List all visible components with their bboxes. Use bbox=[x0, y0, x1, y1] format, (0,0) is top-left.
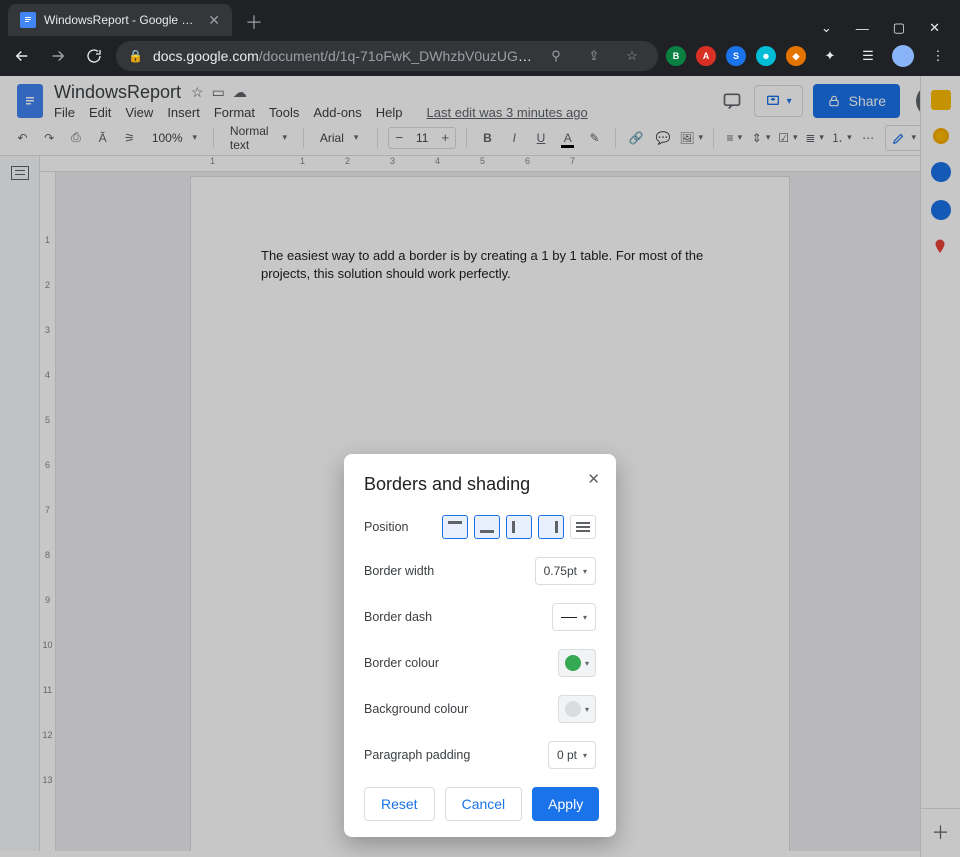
position-buttons bbox=[442, 515, 596, 539]
cancel-button[interactable]: Cancel bbox=[445, 787, 523, 821]
kebab-menu-icon[interactable]: ⋮ bbox=[924, 42, 952, 70]
close-window-icon[interactable]: ✕ bbox=[929, 20, 940, 36]
window-controls: ⌄ — ▢ ✕ bbox=[821, 20, 952, 36]
lock-icon: 🔒 bbox=[128, 49, 143, 63]
url-host: docs.google.com bbox=[153, 48, 259, 64]
apply-button[interactable]: Apply bbox=[532, 787, 599, 821]
border-colour-swatch bbox=[565, 655, 581, 671]
dash-preview-icon bbox=[561, 617, 577, 618]
back-button[interactable] bbox=[8, 42, 36, 70]
border-top-button[interactable] bbox=[442, 515, 468, 539]
borders-shading-dialog: ✕ Borders and shading Position Border wi… bbox=[344, 454, 616, 837]
reset-button[interactable]: Reset bbox=[364, 787, 435, 821]
star-icon[interactable]: ☆ bbox=[618, 42, 646, 70]
maximize-icon[interactable]: ▢ bbox=[893, 20, 905, 36]
border-width-value: 0.75pt bbox=[544, 564, 577, 578]
docs-app: WindowsReport ☆ ▭ ☁ File Edit View Inser… bbox=[0, 76, 960, 857]
label-border-colour: Border colour bbox=[364, 656, 439, 670]
border-width-select[interactable]: 0.75pt bbox=[535, 557, 596, 585]
tab-title: WindowsReport - Google Docs bbox=[44, 13, 200, 27]
minimize-icon[interactable]: — bbox=[856, 21, 869, 36]
border-dash-select[interactable] bbox=[552, 603, 596, 631]
border-left-button[interactable] bbox=[506, 515, 532, 539]
profile-avatar-icon[interactable] bbox=[892, 45, 914, 67]
label-background-colour: Background colour bbox=[364, 702, 468, 716]
tab-bar: WindowsReport - Google Docs ✕ ＋ ⌄ — ▢ ✕ bbox=[0, 0, 960, 36]
omnibox[interactable]: 🔒 docs.google.com/document/d/1q-71oFwK_D… bbox=[116, 41, 658, 71]
ext-bot-icon[interactable]: ☻ bbox=[756, 46, 776, 66]
paragraph-padding-value: 0 pt bbox=[557, 748, 577, 762]
border-between-button[interactable] bbox=[570, 515, 596, 539]
address-bar: 🔒 docs.google.com/document/d/1q-71oFwK_D… bbox=[0, 36, 960, 76]
background-colour-swatch bbox=[565, 701, 581, 717]
paragraph-padding-select[interactable]: 0 pt bbox=[548, 741, 596, 769]
label-paragraph-padding: Paragraph padding bbox=[364, 748, 470, 762]
extension-icons: B A S ☻ ◆ ✦ ☰ ⋮ bbox=[666, 42, 952, 70]
label-border-width: Border width bbox=[364, 564, 434, 578]
reading-list-icon[interactable]: ☰ bbox=[854, 42, 882, 70]
browser-tab[interactable]: WindowsReport - Google Docs ✕ bbox=[8, 4, 232, 36]
docs-favicon bbox=[20, 12, 36, 28]
tab-close-icon[interactable]: ✕ bbox=[208, 12, 220, 29]
zoom-icon[interactable]: ⚲ bbox=[542, 42, 570, 70]
share-url-icon[interactable]: ⇪ bbox=[580, 42, 608, 70]
reload-button[interactable] bbox=[80, 42, 108, 70]
url-text: docs.google.com/document/d/1q-71oFwK_DWh… bbox=[153, 48, 532, 64]
border-right-button[interactable] bbox=[538, 515, 564, 539]
ext-beta-icon[interactable]: B bbox=[666, 46, 686, 66]
chevron-down-icon[interactable]: ⌄ bbox=[821, 20, 832, 36]
ext-metamask-icon[interactable]: ◆ bbox=[786, 46, 806, 66]
new-tab-button[interactable]: ＋ bbox=[240, 8, 268, 36]
label-position: Position bbox=[364, 520, 408, 534]
ext-abp-icon[interactable]: A bbox=[696, 46, 716, 66]
dialog-title: Borders and shading bbox=[364, 474, 596, 495]
background-colour-select[interactable] bbox=[558, 695, 596, 723]
ext-s-icon[interactable]: S bbox=[726, 46, 746, 66]
border-bottom-button[interactable] bbox=[474, 515, 500, 539]
forward-button[interactable] bbox=[44, 42, 72, 70]
extensions-puzzle-icon[interactable]: ✦ bbox=[816, 42, 844, 70]
browser-chrome: WindowsReport - Google Docs ✕ ＋ ⌄ — ▢ ✕ … bbox=[0, 0, 960, 76]
url-path: /document/d/1q-71oFwK_DWhzbV0uzUG3kDP0..… bbox=[259, 48, 532, 64]
label-border-dash: Border dash bbox=[364, 610, 432, 624]
dialog-close-icon[interactable]: ✕ bbox=[587, 470, 600, 488]
border-colour-select[interactable] bbox=[558, 649, 596, 677]
